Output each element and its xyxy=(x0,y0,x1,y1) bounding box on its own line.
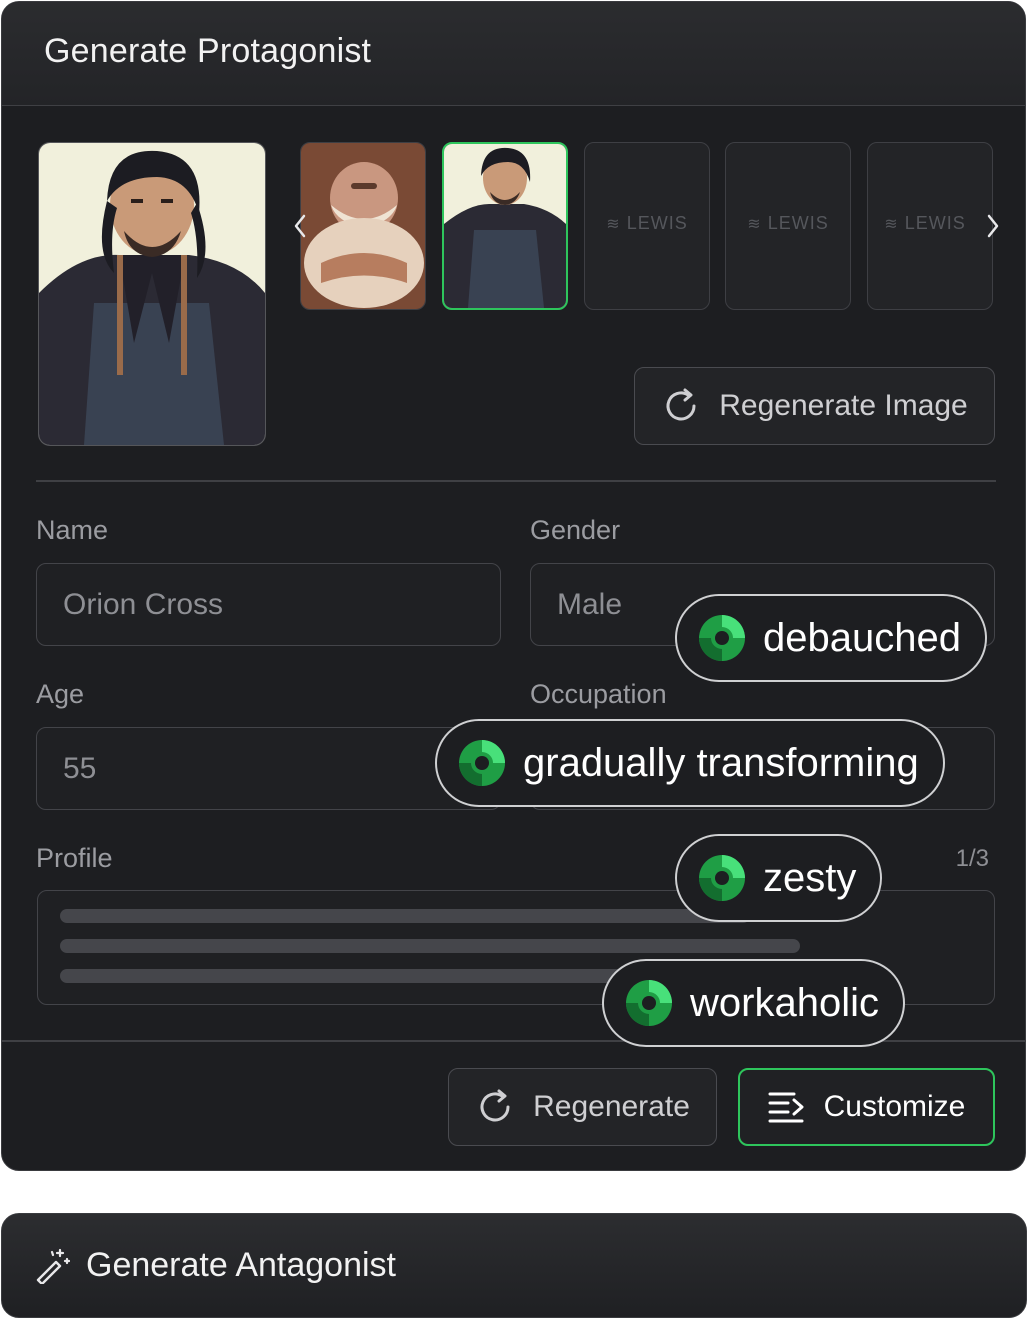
trait-chip[interactable]: workaholic xyxy=(602,959,905,1047)
loading-skeleton-line xyxy=(60,939,800,953)
trait-chip[interactable]: debauched xyxy=(675,594,987,682)
chevron-right-icon xyxy=(987,214,999,238)
spinner-icon xyxy=(626,980,672,1026)
placeholder-thumbnail-1[interactable]: ≋ LEWIS xyxy=(584,142,710,310)
age-label: Age xyxy=(36,679,85,709)
placeholder-logo: ≋ LEWIS xyxy=(606,213,688,233)
placeholder-thumbnail-3[interactable]: ≋ LEWIS xyxy=(867,142,993,310)
placeholder-logo: ≋ LEWIS xyxy=(884,213,966,233)
name-label: Name xyxy=(36,515,109,545)
refresh-icon xyxy=(480,1089,510,1122)
regenerate-image-button[interactable]: Regenerate Image xyxy=(634,367,995,445)
gender-label: Gender xyxy=(530,515,621,545)
generate-antagonist-bar[interactable]: Generate Antagonist xyxy=(1,1213,1027,1318)
main-portrait-image xyxy=(38,142,266,446)
trait-chip[interactable]: zesty xyxy=(675,834,883,922)
customize-button[interactable]: Customize xyxy=(738,1068,995,1146)
thumbnail-1[interactable] xyxy=(300,142,426,310)
trait-chip-label: debauched xyxy=(763,615,961,660)
trait-chip-label: gradually transforming xyxy=(523,740,919,785)
placeholder-thumbnail-2[interactable]: ≋ LEWIS xyxy=(725,142,851,310)
panel-title: Generate Protagonist xyxy=(44,32,372,70)
loading-skeleton-line xyxy=(60,909,750,923)
age-field[interactable]: 55 xyxy=(36,727,501,810)
spinner-icon xyxy=(459,740,505,786)
profile-counter: 1/3 xyxy=(955,845,989,872)
section-divider xyxy=(36,480,996,482)
regenerate-label: Regenerate xyxy=(533,1090,690,1123)
trait-chip-label: workaholic xyxy=(690,980,879,1025)
profile-label: Profile xyxy=(36,843,113,873)
customize-label: Customize xyxy=(823,1090,966,1123)
carousel-next-button[interactable] xyxy=(980,202,1006,250)
occupation-label: Occupation xyxy=(530,679,667,709)
spinner-icon xyxy=(699,615,745,661)
customize-icon xyxy=(768,1092,804,1123)
bottom-bar-title: Generate Antagonist xyxy=(86,1246,397,1284)
regenerate-button[interactable]: Regenerate xyxy=(448,1068,717,1146)
panel-header: Generate Protagonist xyxy=(2,2,1025,106)
placeholder-logo: ≋ LEWIS xyxy=(747,213,829,233)
spinner-icon xyxy=(699,855,745,901)
chevron-left-icon xyxy=(294,214,306,238)
name-field[interactable]: Orion Cross xyxy=(36,563,501,646)
refresh-icon xyxy=(666,388,696,421)
carousel-prev-button[interactable] xyxy=(287,202,313,250)
trait-chip[interactable]: gradually transforming xyxy=(435,719,945,807)
magic-wand-icon xyxy=(36,1248,70,1284)
trait-chip-label: zesty xyxy=(763,855,857,900)
thumbnail-2-selected[interactable] xyxy=(442,142,568,310)
regenerate-image-label: Regenerate Image xyxy=(719,389,968,422)
